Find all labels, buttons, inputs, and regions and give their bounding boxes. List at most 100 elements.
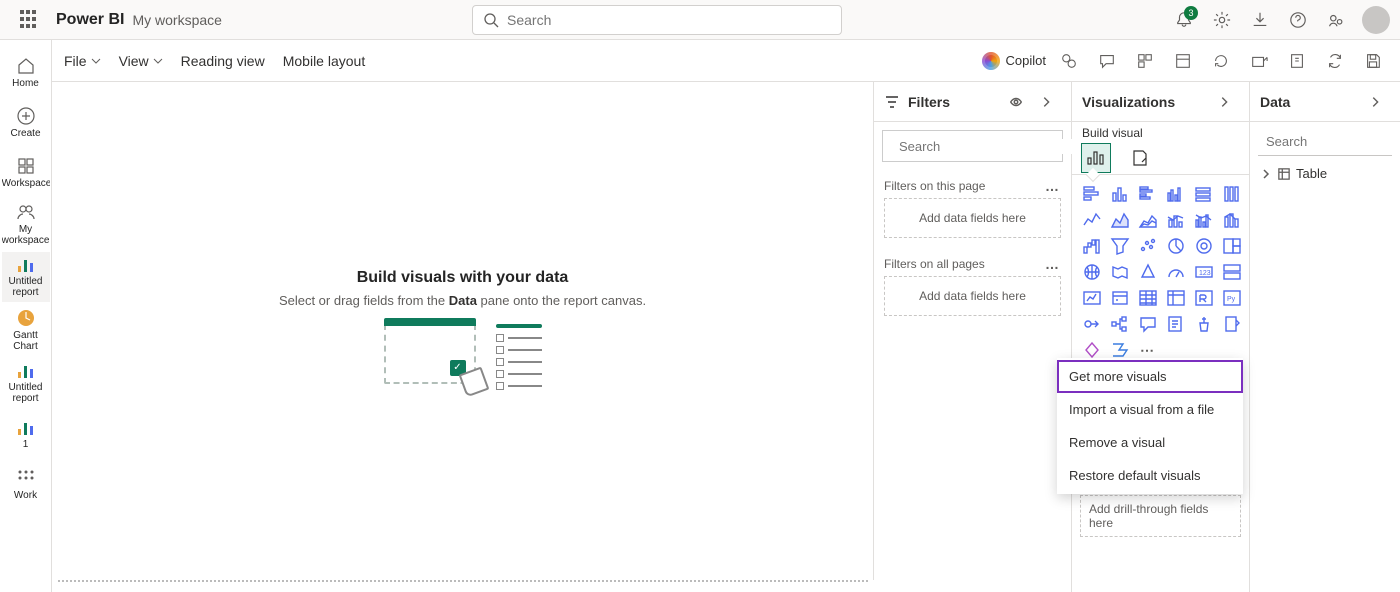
gauge-icon[interactable]	[1164, 261, 1188, 283]
drill-drop[interactable]: Add drill-through fields here	[1080, 495, 1241, 537]
filters-search[interactable]	[882, 130, 1063, 162]
multi-row-card-icon[interactable]	[1220, 261, 1244, 283]
nav-home[interactable]: Home	[2, 48, 50, 96]
user-avatar[interactable]	[1362, 6, 1390, 34]
global-search[interactable]	[472, 5, 842, 35]
filled-map-icon[interactable]	[1108, 261, 1132, 283]
scatter-icon[interactable]	[1136, 235, 1160, 257]
format-tab[interactable]	[1126, 144, 1154, 172]
nav-one[interactable]: 1	[2, 410, 50, 458]
menu-remove-visual[interactable]: Remove a visual	[1057, 426, 1243, 459]
stacked-bar-icon[interactable]	[1080, 183, 1104, 205]
canvas-empty-state: Build visuals with your data Select or d…	[52, 82, 874, 580]
decomposition-tree-icon[interactable]	[1108, 313, 1132, 335]
r-visual-icon[interactable]	[1192, 287, 1216, 309]
comment-icon[interactable]	[1092, 46, 1122, 76]
more-icon[interactable]: …	[1045, 256, 1061, 272]
data-search[interactable]	[1258, 128, 1392, 156]
report-canvas[interactable]: Build visuals with your data Select or d…	[52, 82, 874, 592]
menu-get-more-visuals[interactable]: Get more visuals	[1057, 360, 1243, 393]
collapse-icon[interactable]	[1368, 95, 1382, 109]
nav-create[interactable]: Create	[2, 98, 50, 146]
visibility-icon[interactable]	[1009, 95, 1023, 109]
filters-on-all-drop[interactable]: Add data fields here	[884, 276, 1061, 316]
help-icon[interactable]	[1282, 4, 1314, 36]
funnel-icon[interactable]	[1108, 235, 1132, 257]
app-launcher-icon[interactable]	[20, 10, 40, 30]
main-region: Build visuals with your data Select or d…	[52, 82, 1400, 592]
kpi-icon[interactable]	[1080, 287, 1104, 309]
save-icon[interactable]	[1358, 46, 1388, 76]
hundred-bar-icon[interactable]	[1192, 183, 1216, 205]
copilot-button[interactable]: Copilot	[982, 52, 1046, 70]
menu-mobile-layout[interactable]: Mobile layout	[283, 53, 366, 69]
page-tabs-strip[interactable]	[58, 580, 868, 592]
clustered-column-icon[interactable]	[1164, 183, 1188, 205]
slicer-icon[interactable]	[1108, 287, 1132, 309]
nav-workspaces[interactable]: Workspaces	[2, 148, 50, 196]
donut-icon[interactable]	[1192, 235, 1216, 257]
clustered-bar-icon[interactable]	[1136, 183, 1160, 205]
feedback-icon[interactable]	[1320, 4, 1352, 36]
filters-search-input[interactable]	[899, 139, 1075, 154]
menu-reading-view[interactable]: Reading view	[181, 53, 265, 69]
stacked-area-icon[interactable]	[1136, 209, 1160, 231]
data-header: Data	[1250, 82, 1400, 122]
hundred-column-icon[interactable]	[1220, 183, 1244, 205]
copilot-icon	[982, 52, 1000, 70]
azure-map-icon[interactable]	[1136, 261, 1160, 283]
card-icon[interactable]: 123	[1192, 261, 1216, 283]
workspace-breadcrumb[interactable]: My workspace	[132, 12, 221, 28]
explore-icon[interactable]	[1054, 46, 1084, 76]
app-title: Power BI	[56, 11, 124, 29]
line-clustered-column-icon[interactable]	[1192, 209, 1216, 231]
matrix-icon[interactable]	[1164, 287, 1188, 309]
table-icon[interactable]	[1136, 287, 1160, 309]
nav-gantt[interactable]: Gantt Chart	[2, 304, 50, 356]
view-icon[interactable]	[1168, 46, 1198, 76]
canvas-illustration: ✓	[384, 324, 542, 394]
export-dropdown[interactable]	[1282, 46, 1312, 76]
chevron-right-icon	[1260, 168, 1272, 180]
share-dropdown[interactable]	[1244, 46, 1274, 76]
data-table-item[interactable]: Table	[1250, 162, 1400, 185]
nav-work[interactable]: Work	[2, 460, 50, 508]
filters-on-page-header: Filters on this page…	[874, 170, 1071, 198]
nav-untitled-report[interactable]: Untitled report	[2, 252, 50, 302]
nav-untitled-report-2[interactable]: Untitled report	[2, 358, 50, 408]
settings-icon[interactable]	[1206, 4, 1238, 36]
ribbon-chart-icon[interactable]	[1220, 209, 1244, 231]
menu-import-visual-file[interactable]: Import a visual from a file	[1057, 393, 1243, 426]
paginated-report-icon[interactable]	[1220, 313, 1244, 335]
more-icon[interactable]: …	[1045, 178, 1061, 194]
key-influencers-icon[interactable]	[1080, 313, 1104, 335]
bookmarks-icon[interactable]	[1130, 46, 1160, 76]
menu-restore-default-visuals[interactable]: Restore default visuals	[1057, 459, 1243, 492]
map-icon[interactable]	[1080, 261, 1104, 283]
pie-icon[interactable]	[1164, 235, 1188, 257]
area-chart-icon[interactable]	[1108, 209, 1132, 231]
filters-on-page-drop[interactable]: Add data fields here	[884, 198, 1061, 238]
collapse-icon[interactable]	[1217, 95, 1231, 109]
canvas-title: Build visuals with your data	[357, 269, 569, 287]
smart-narrative-icon[interactable]	[1164, 313, 1188, 335]
py-visual-icon[interactable]: Py	[1220, 287, 1244, 309]
stacked-column-icon[interactable]	[1108, 183, 1132, 205]
sync-icon[interactable]	[1320, 46, 1350, 76]
global-search-input[interactable]	[507, 12, 831, 28]
goals-icon[interactable]	[1192, 313, 1216, 335]
menu-view[interactable]: View	[119, 53, 163, 69]
line-chart-icon[interactable]	[1080, 209, 1104, 231]
download-icon[interactable]	[1244, 4, 1276, 36]
menu-file[interactable]: File	[64, 53, 101, 69]
refresh-dropdown[interactable]	[1206, 46, 1236, 76]
build-visual-tab[interactable]	[1082, 144, 1110, 172]
waterfall-icon[interactable]	[1080, 235, 1104, 257]
data-search-input[interactable]	[1266, 134, 1400, 149]
notifications-icon[interactable]: 3	[1168, 4, 1200, 36]
nav-my-workspace[interactable]: My workspace	[2, 198, 50, 250]
collapse-icon[interactable]	[1039, 95, 1053, 109]
line-stacked-column-icon[interactable]	[1164, 209, 1188, 231]
qa-icon[interactable]	[1136, 313, 1160, 335]
treemap-icon[interactable]	[1220, 235, 1244, 257]
